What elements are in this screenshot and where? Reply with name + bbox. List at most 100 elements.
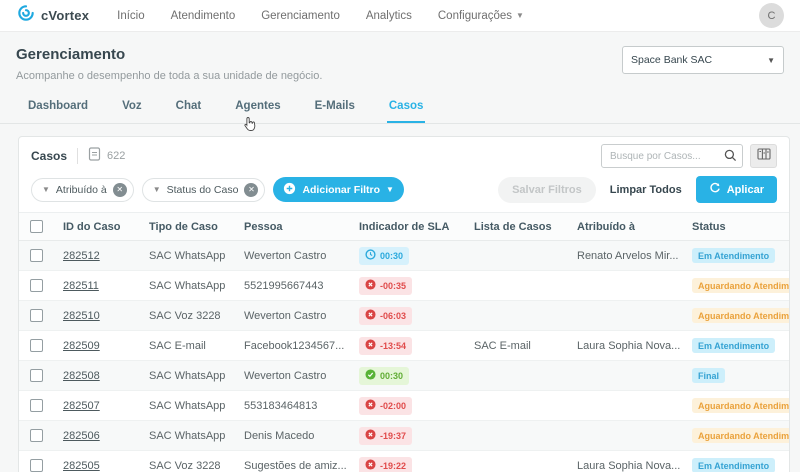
- row-checkbox[interactable]: [30, 309, 43, 322]
- sla-cell: -13:54: [357, 331, 472, 361]
- chevron-down-icon: ▼: [153, 185, 161, 194]
- table-row: 282511 SAC WhatsApp 5521995667443 -00:35…: [19, 271, 789, 301]
- cases-table-body: 282512 SAC WhatsApp Weverton Castro 00:3…: [19, 241, 789, 472]
- nav-item-início[interactable]: Início: [117, 10, 145, 22]
- status-cell: Aguardando Atendimento - Space: [690, 301, 789, 331]
- view-columns-icon: [757, 147, 771, 165]
- sla-badge: -06:03: [359, 307, 412, 325]
- chevron-down-icon: ▼: [42, 185, 50, 194]
- select-all-checkbox[interactable]: [30, 220, 43, 233]
- case-id-link[interactable]: 282507: [63, 400, 100, 412]
- tab-agentes[interactable]: Agentes: [233, 92, 282, 123]
- row-checkbox[interactable]: [30, 249, 43, 262]
- row-checkbox[interactable]: [30, 369, 43, 382]
- case-id-link[interactable]: 282509: [63, 340, 100, 352]
- cvortex-spiral-icon: [16, 3, 36, 28]
- row-checkbox[interactable]: [30, 339, 43, 352]
- case-list-cell: [472, 391, 575, 421]
- cases-table: ID do CasoTipo de CasoPessoaIndicador de…: [19, 212, 789, 472]
- x-circle-icon: [365, 429, 376, 442]
- case-list-cell: [472, 421, 575, 451]
- case-id-link[interactable]: 282508: [63, 370, 100, 382]
- business-unit-select[interactable]: Space Bank SAC ▼: [622, 46, 784, 74]
- status-badge: Aguardando Atendimento - Space: [692, 398, 789, 413]
- row-checkbox[interactable]: [30, 399, 43, 412]
- clear-all-button[interactable]: Limpar Todos: [610, 184, 682, 196]
- case-id-link[interactable]: 282505: [63, 460, 100, 472]
- chevron-down-icon: ▼: [386, 185, 394, 194]
- table-header-row: ID do CasoTipo de CasoPessoaIndicador de…: [19, 213, 789, 241]
- cases-panel: Casos 622: [18, 136, 790, 472]
- sla-badge: -13:54: [359, 337, 412, 355]
- case-type-cell: SAC Voz 3228: [147, 301, 242, 331]
- assigned-cell: Laura Sophia Nova...: [575, 331, 690, 361]
- nav-item-configurações[interactable]: Configurações▼: [438, 10, 524, 22]
- person-cell: Weverton Castro: [242, 301, 357, 331]
- filter-chip[interactable]: ▼ Atribuído à ✕: [31, 178, 134, 202]
- close-icon[interactable]: ✕: [113, 183, 127, 197]
- tab-dashboard[interactable]: Dashboard: [26, 92, 90, 123]
- brand-logo[interactable]: cVortex: [16, 3, 89, 28]
- table-row: 282512 SAC WhatsApp Weverton Castro 00:3…: [19, 241, 789, 271]
- mouse-cursor-icon: [243, 116, 257, 137]
- case-id-link[interactable]: 282512: [63, 250, 100, 262]
- assigned-cell: [575, 391, 690, 421]
- case-list-cell: [472, 361, 575, 391]
- case-list-cell: [472, 271, 575, 301]
- sla-badge: 00:30: [359, 367, 409, 385]
- sla-cell: -06:03: [357, 301, 472, 331]
- apply-label: Aplicar: [727, 184, 764, 196]
- sla-cell: 00:30: [357, 241, 472, 271]
- close-icon[interactable]: ✕: [244, 183, 258, 197]
- case-list-cell: [472, 301, 575, 331]
- tab-voz[interactable]: Voz: [120, 92, 144, 123]
- refresh-icon: [709, 182, 721, 197]
- person-cell: 5521995667443: [242, 271, 357, 301]
- table-row: 282509 SAC E-mail Facebook1234567... -13…: [19, 331, 789, 361]
- check-circle-icon: [365, 369, 376, 382]
- case-id-link[interactable]: 282506: [63, 430, 100, 442]
- case-id-link[interactable]: 282510: [63, 310, 100, 322]
- search-input[interactable]: [601, 144, 743, 168]
- sla-badge: -00:35: [359, 277, 412, 295]
- case-id-link[interactable]: 282511: [63, 280, 99, 292]
- view-columns-button[interactable]: [750, 144, 777, 168]
- person-cell: Sugestões de amiz...: [242, 451, 357, 472]
- status-badge: Aguardando Atendimento - Space: [692, 308, 789, 323]
- nav-item-analytics[interactable]: Analytics: [366, 10, 412, 22]
- nav-item-gerenciamento[interactable]: Gerenciamento: [261, 10, 340, 22]
- row-checkbox[interactable]: [30, 429, 43, 442]
- save-filters-button[interactable]: Salvar Filtros: [498, 177, 596, 203]
- tab-e-mails[interactable]: E-Mails: [313, 92, 357, 123]
- row-checkbox[interactable]: [30, 459, 43, 472]
- table-row: 282508 SAC WhatsApp Weverton Castro 00:3…: [19, 361, 789, 391]
- case-type-cell: SAC WhatsApp: [147, 241, 242, 271]
- apply-button[interactable]: Aplicar: [696, 176, 777, 203]
- tab-chat[interactable]: Chat: [174, 92, 204, 123]
- person-cell: Weverton Castro: [242, 361, 357, 391]
- column-header: Lista de Casos: [472, 213, 575, 241]
- person-cell: 553183464813: [242, 391, 357, 421]
- column-header: Tipo de Caso: [147, 213, 242, 241]
- row-checkbox[interactable]: [30, 279, 43, 292]
- person-cell: Facebook1234567...: [242, 331, 357, 361]
- add-filter-button[interactable]: Adicionar Filtro ▼: [273, 177, 404, 202]
- nav-item-atendimento[interactable]: Atendimento: [171, 10, 236, 22]
- filter-chip-label: Status do Caso: [167, 184, 239, 196]
- case-type-cell: SAC E-mail: [147, 331, 242, 361]
- sla-cell: 00:30: [357, 361, 472, 391]
- filter-chip[interactable]: ▼ Status do Caso ✕: [142, 178, 266, 202]
- status-badge: Final: [692, 368, 725, 383]
- tab-casos[interactable]: Casos: [387, 92, 426, 123]
- page-header: Gerenciamento Acompanhe o desempenho de …: [0, 32, 800, 82]
- status-cell: Aguardando Atendimento - Space: [690, 391, 789, 421]
- filter-chip-label: Atribuído à: [56, 184, 107, 196]
- divider: [77, 148, 78, 164]
- user-avatar[interactable]: C: [759, 3, 784, 28]
- table-row: 282506 SAC WhatsApp Denis Macedo -19:37 …: [19, 421, 789, 451]
- table-row: 282510 SAC Voz 3228 Weverton Castro -06:…: [19, 301, 789, 331]
- chevron-down-icon: ▼: [767, 56, 775, 65]
- table-row: 282507 SAC WhatsApp 553183464813 -02:00 …: [19, 391, 789, 421]
- cases-panel-header: Casos 622: [19, 137, 789, 171]
- brand-name: cVortex: [41, 8, 89, 23]
